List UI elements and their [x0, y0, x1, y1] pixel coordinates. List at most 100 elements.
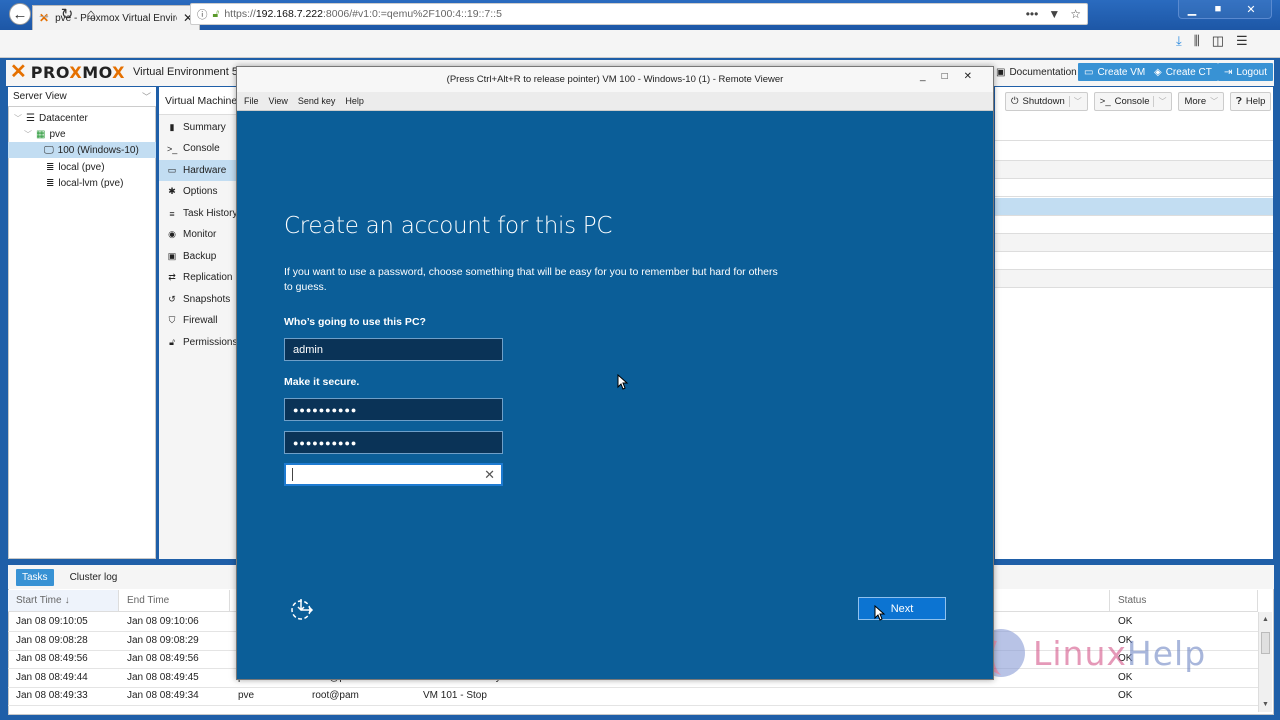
hardware-row[interactable]	[995, 252, 1273, 270]
download-icon[interactable]: ⤓	[1176, 33, 1182, 49]
scroll-down-icon[interactable]: ▼	[1262, 701, 1269, 708]
task-row[interactable]: Jan 08 08:49:33 Jan 08 08:49:34 pve root…	[8, 687, 1258, 706]
menu-icon[interactable]: ☰	[1236, 33, 1248, 49]
tab-cluster-log[interactable]: Cluster log	[64, 569, 124, 586]
book-icon: ▮	[169, 122, 175, 132]
column-status[interactable]: Status	[1110, 590, 1258, 612]
hardware-row[interactable]	[995, 179, 1273, 197]
shield-icon: ⛉	[168, 315, 176, 325]
server-view-select[interactable]: Server View ﹀	[8, 87, 156, 107]
remote-viewer-menubar: File View Send key Help	[237, 92, 993, 111]
linuxhelp-watermark: LinuxHelp	[975, 627, 1206, 679]
shutdown-button[interactable]: ⏻ Shutdown ﹀	[1005, 91, 1088, 111]
username-field[interactable]: admin	[284, 338, 503, 361]
remote-viewer-controls: _ □ ✕	[920, 71, 972, 82]
nav-task-history[interactable]: ≡ Task History	[159, 203, 239, 224]
hardware-row[interactable]	[995, 216, 1273, 234]
collapse-icon[interactable]: ﹀	[24, 129, 32, 140]
next-button[interactable]: Next	[858, 597, 946, 620]
tree-item-local[interactable]: ≣ local (pve)	[8, 159, 156, 175]
hardware-row[interactable]	[995, 234, 1273, 252]
forward-button[interactable]: →	[33, 3, 55, 25]
datacenter-icon: ☰	[26, 112, 35, 124]
bookmark-star-icon[interactable]: ☆	[1070, 7, 1081, 21]
hardware-row[interactable]	[995, 141, 1273, 161]
menu-send-key[interactable]: Send key	[298, 96, 336, 106]
console-button[interactable]: >_ Console ﹀	[1093, 91, 1173, 111]
oobe-title: Create an account for this PC	[284, 213, 613, 239]
url-bar[interactable]: ⓘ 🔓︎ https://192.168.7.222:8006/#v1:0:=q…	[190, 3, 1088, 25]
tree-item-datacenter[interactable]: ﹀ ☰ Datacenter	[8, 110, 156, 126]
mouse-pointer-icon	[874, 605, 886, 621]
tree-item-pve[interactable]: ﹀ ▦ pve	[8, 126, 156, 142]
hardware-row-selected[interactable]	[995, 198, 1273, 216]
clear-icon[interactable]: ✕	[484, 467, 495, 483]
nav-options[interactable]: ✱ Options	[159, 181, 239, 202]
retweet-icon: ⇄	[168, 272, 176, 282]
hardware-row[interactable]	[995, 117, 1273, 141]
nav-firewall[interactable]: ⛉ Firewall	[159, 310, 239, 331]
reload-button[interactable]: ↻	[56, 3, 78, 25]
chevron-down-icon[interactable]: ﹀	[1153, 95, 1166, 107]
nav-console[interactable]: >_ Console	[159, 138, 239, 159]
text-caret	[292, 468, 293, 481]
create-ct-button[interactable]: ◈ Create CT	[1148, 63, 1218, 81]
remote-viewer-title: (Press Ctrl+Alt+R to release pointer) VM…	[237, 67, 993, 92]
sidebar-icon[interactable]: ◫	[1212, 33, 1224, 49]
username-label: Who’s going to use this PC?	[284, 316, 426, 328]
tab-tasks[interactable]: Tasks	[16, 568, 54, 586]
menu-view[interactable]: View	[269, 96, 288, 106]
tree-item-vm-100[interactable]: 🖵︎ 100 (Windows-10)	[8, 142, 156, 158]
maximize-icon[interactable]: □	[942, 71, 948, 82]
info-icon[interactable]: ⓘ	[197, 7, 208, 22]
maximize-window-button[interactable]: ■	[1205, 0, 1231, 18]
confirm-password-field[interactable]: ●●●●●●●●●●	[284, 431, 503, 454]
hardware-row[interactable]	[995, 270, 1273, 288]
logout-button[interactable]: ⇥ Logout	[1218, 63, 1273, 81]
create-vm-button[interactable]: ▭ Create VM	[1078, 63, 1152, 81]
password-hint-field[interactable]: ✕	[284, 463, 503, 486]
back-button[interactable]: ←	[9, 3, 31, 25]
unlock-icon: 🔓︎	[169, 337, 175, 347]
scroll-up-icon[interactable]: ▲	[1262, 616, 1269, 623]
ease-of-access-button[interactable]	[290, 597, 314, 621]
pocket-icon[interactable]: ▼	[1048, 7, 1060, 21]
library-icon[interactable]: ⫼	[1194, 33, 1200, 49]
remote-viewer-window[interactable]	[236, 66, 994, 680]
floppy-icon: ▣	[167, 251, 177, 261]
documentation-button[interactable]: ▣ Documentation	[990, 63, 1083, 81]
storage-icon: ≣	[46, 161, 55, 173]
scrollbar-thumb[interactable]	[1261, 632, 1270, 654]
nav-hardware[interactable]: ▭ Hardware	[159, 160, 239, 181]
menu-help[interactable]: Help	[345, 96, 364, 106]
column-start-time[interactable]: Start Time ↓	[8, 590, 119, 612]
password-label: Make it secure.	[284, 376, 360, 388]
home-icon: ⌂	[86, 5, 96, 23]
minimize-icon[interactable]: _	[920, 71, 926, 82]
close-window-button[interactable]: ✕	[1231, 0, 1271, 18]
history-icon: ↺	[168, 294, 176, 304]
chevron-down-icon[interactable]: ﹀	[1068, 95, 1082, 107]
nav-backup[interactable]: ▣ Backup	[159, 246, 239, 267]
tree-item-local-lvm[interactable]: ≣ local-lvm (pve)	[8, 175, 156, 191]
more-button[interactable]: More ﹀	[1178, 91, 1225, 111]
more-icon[interactable]: •••	[1026, 7, 1039, 21]
collapse-icon[interactable]: ﹀	[14, 113, 22, 124]
menu-file[interactable]: File	[244, 96, 259, 106]
nav-snapshots[interactable]: ↺ Snapshots	[159, 289, 239, 310]
task-scrollbar[interactable]: ▲ ▼	[1258, 612, 1272, 712]
nav-monitor[interactable]: ◉ Monitor	[159, 224, 239, 245]
close-icon[interactable]: ✕	[964, 71, 972, 82]
help-button[interactable]: ❓︎ Help	[1230, 91, 1272, 111]
nav-permissions[interactable]: 🔓︎ Permissions	[159, 332, 239, 353]
nav-replication[interactable]: ⇄ Replication	[159, 267, 239, 288]
column-end-time[interactable]: End Time	[119, 590, 230, 612]
sign-out-icon: ⇥	[1224, 66, 1233, 78]
password-field[interactable]: ●●●●●●●●●●	[284, 398, 503, 421]
home-button[interactable]: ⌂	[80, 3, 102, 25]
nav-summary[interactable]: ▮ Summary	[159, 117, 239, 138]
insecure-lock-icon[interactable]: 🔓︎	[213, 8, 220, 21]
minimize-window-button[interactable]: ▁	[1179, 0, 1205, 18]
storage-icon: ≣	[46, 177, 55, 189]
hardware-row[interactable]	[995, 161, 1273, 179]
